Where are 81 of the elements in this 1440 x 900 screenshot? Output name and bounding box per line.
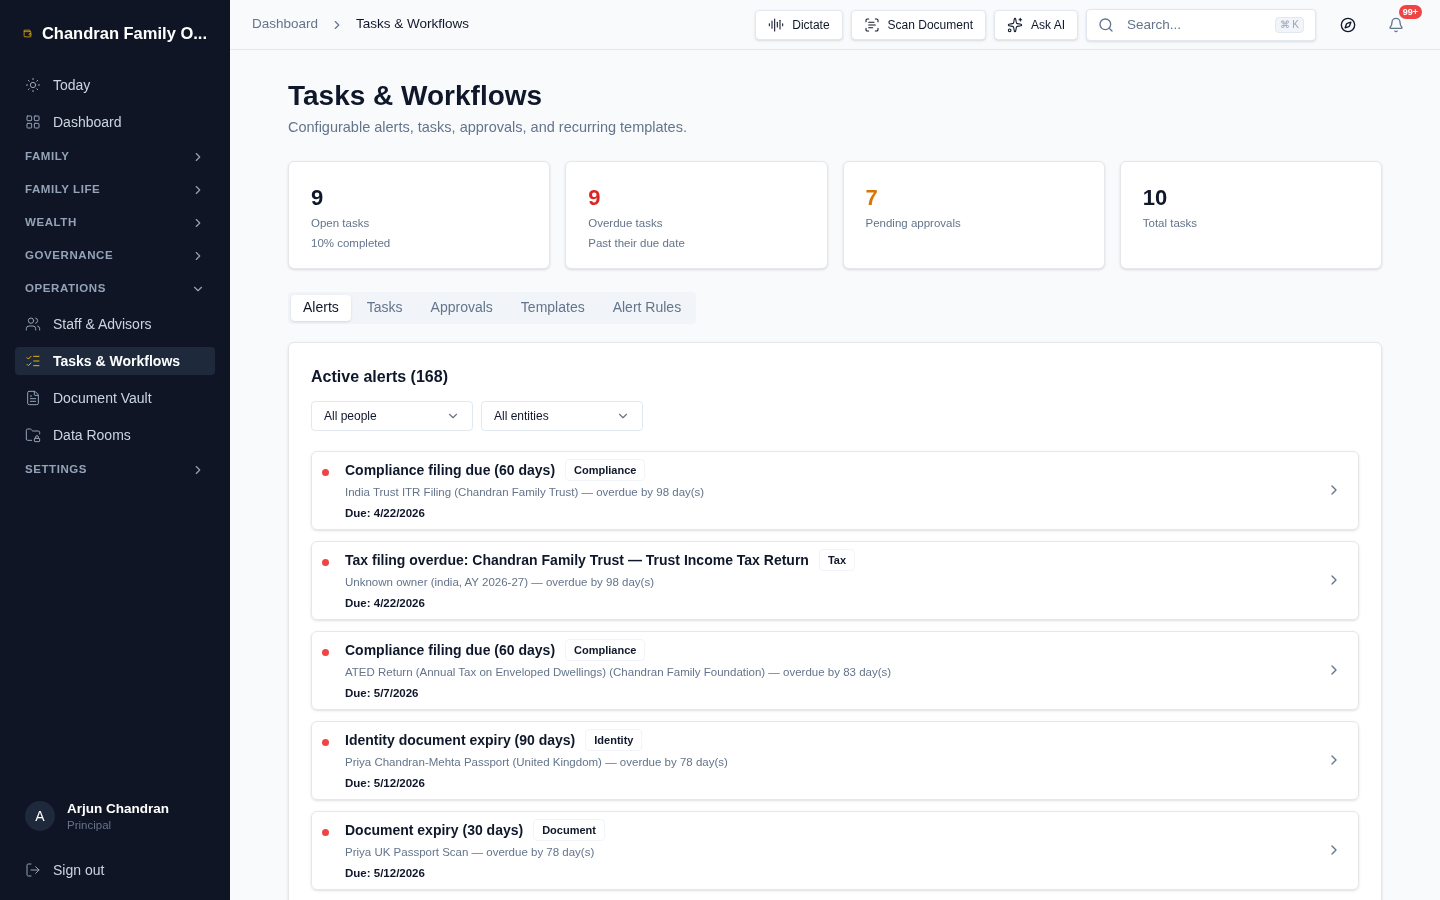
tab[interactable]: Templates xyxy=(508,294,597,321)
sidebar-section[interactable]: GOVERNANCE xyxy=(15,240,215,272)
category-tag: Tax xyxy=(818,548,856,572)
alert-title: Identity document expiry (90 days) xyxy=(345,730,576,750)
alert-detail: Unknown owner (india, AY 2026-27) — overdue by 98 day(s) xyxy=(345,575,655,591)
alert-row[interactable]: Tax filing overdue: Chandran Family Trust — Trust Income Tax Return Tax Unknown owner (india, AY 2026-27) — overdue by 98 day(s) Due: 4/22/2026 xyxy=(311,540,1359,620)
toolbar-button[interactable]: Scan Document xyxy=(850,9,986,40)
alert-title: Compliance filing due (60 days) xyxy=(345,640,556,660)
alert-detail: ATED Return (Annual Tax on Enveloped Dwellings) (Chandran Family Foundation) — overdue by 83 day(s) xyxy=(345,665,893,681)
toolbar-button[interactable]: Dictate xyxy=(755,9,843,40)
breadcrumb-link[interactable]: Dashboard xyxy=(252,14,319,35)
stat-label: Total tasks xyxy=(1142,216,1199,232)
stat-note: Past their due date xyxy=(588,235,686,251)
alert-row[interactable]: Compliance filing due (60 days) Compliance ATED Return (Annual Tax on Enveloped Dwellings) (Chandran Family Foundation) — overdue by 83 day(s) Due: 5/7/2026 xyxy=(311,630,1359,710)
alert-detail: India Trust ITR Filing (Chandran Family Trust) — overdue by 98 day(s) xyxy=(345,485,706,501)
stat-value: 9 xyxy=(311,183,325,212)
stat-note: 10% completed xyxy=(311,235,392,251)
category-tag: Compliance xyxy=(565,458,646,482)
compass-icon xyxy=(1340,16,1356,33)
brand-name: Chandran Family O... xyxy=(41,22,207,44)
sun-icon xyxy=(25,77,41,93)
user-name: Arjun Chandran xyxy=(67,800,169,818)
due-date: Due: 5/12/2026 xyxy=(345,775,426,791)
folder-icon xyxy=(25,427,41,443)
alert-title: Document expiry (30 days) xyxy=(345,820,524,840)
bell-icon xyxy=(1388,16,1404,33)
stat-label: Overdue tasks xyxy=(588,216,664,232)
user-role: Principal xyxy=(67,817,113,832)
grid-icon xyxy=(25,114,41,130)
notification-badge: 99+ xyxy=(1398,4,1422,19)
sparkles-icon xyxy=(1007,16,1023,33)
alert-detail: Priya Chandran-Mehta Passport (United Kingdom) — overdue by 78 day(s) xyxy=(345,755,729,771)
tab[interactable]: Approvals xyxy=(418,294,505,321)
document-icon xyxy=(25,390,41,406)
scan-icon xyxy=(863,16,880,33)
due-date: Due: 5/12/2026 xyxy=(345,865,426,881)
stat-label: Pending approvals xyxy=(865,216,962,232)
sidebar-item[interactable]: Dashboard xyxy=(15,108,215,136)
sidebar-section[interactable]: WEALTH xyxy=(15,207,215,239)
sidebar-item[interactable]: Data Rooms xyxy=(15,421,215,449)
stat-label: Open tasks xyxy=(311,216,371,232)
filter-select[interactable]: All people xyxy=(311,400,473,431)
stat-value: 10 xyxy=(1142,183,1169,212)
checklist-icon xyxy=(25,353,41,369)
waveform-icon xyxy=(768,16,785,33)
page-subtitle: Configurable alerts, tasks, approvals, and recurring templates. xyxy=(288,118,688,137)
sidebar-item[interactable]: Staff & Advisors xyxy=(15,310,215,338)
panel-title: Active alerts (168) xyxy=(311,366,449,387)
due-date: Due: 4/22/2026 xyxy=(345,595,426,611)
category-tag: Document xyxy=(533,818,605,842)
due-date: Due: 4/22/2026 xyxy=(345,505,426,521)
sign-out-link[interactable]: Sign out xyxy=(15,856,215,884)
filter-select[interactable]: All entities xyxy=(481,400,643,431)
sidebar-section[interactable]: SETTINGS xyxy=(15,454,215,486)
category-tag: Compliance xyxy=(565,638,646,662)
alert-title: Compliance filing due (60 days) xyxy=(345,460,556,480)
sidebar-section[interactable]: FAMILY LIFE xyxy=(15,174,215,206)
tab[interactable]: Tasks xyxy=(354,294,415,321)
alert-row[interactable]: Compliance filing due (60 days) Compliance India Trust ITR Filing (Chandran Family Trust) — overdue by 98 day(s) Due: 4/22/2026 xyxy=(311,450,1359,530)
sidebar-item[interactable]: Today xyxy=(15,71,215,99)
alert-detail: Priya UK Passport Scan — overdue by 78 day(s) xyxy=(345,845,596,861)
due-date: Due: 5/7/2026 xyxy=(345,685,420,701)
logout-icon xyxy=(25,862,41,878)
sidebar-item[interactable]: Tasks & Workflows xyxy=(15,347,215,375)
stat-value: 9 xyxy=(588,183,602,212)
users-icon xyxy=(25,316,41,332)
sidebar-section[interactable]: OPERATIONS xyxy=(15,273,215,305)
alert-title: Tax filing overdue: Chandran Family Trust — Trust Income Tax Return xyxy=(345,550,809,570)
stat-value: 7 xyxy=(865,183,879,212)
tab[interactable]: Alerts xyxy=(291,294,351,321)
alert-row[interactable]: Identity document expiry (90 days) Identity Priya Chandran-Mehta Passport (United Kingdom) — overdue by 78 day(s) Due: 5/12/2026 xyxy=(311,720,1359,800)
sidebar-item[interactable]: Document Vault xyxy=(15,384,215,412)
breadcrumb-link[interactable]: Tasks & Workflows xyxy=(356,14,470,35)
category-tag: Identity xyxy=(585,728,643,752)
alert-row[interactable]: Document expiry (30 days) Document Priya UK Passport Scan — overdue by 78 day(s) Due: 5/12/2026 xyxy=(311,810,1359,890)
toolbar-button[interactable]: Ask AI xyxy=(994,9,1078,40)
tab[interactable]: Alert Rules xyxy=(600,294,694,321)
user-avatar: A xyxy=(25,801,55,832)
search-icon xyxy=(1098,16,1114,33)
sidebar-section[interactable]: FAMILY xyxy=(15,141,215,173)
page-title: Tasks & Workflows xyxy=(288,79,544,113)
